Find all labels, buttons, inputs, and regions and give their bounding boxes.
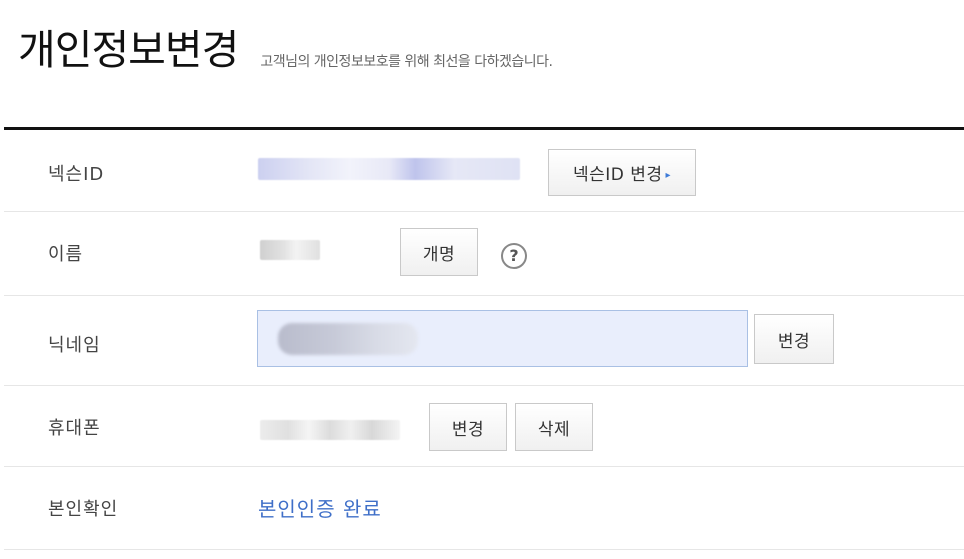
phone-delete-label: 삭제 bbox=[537, 419, 571, 440]
rename-button[interactable]: 개명 bbox=[400, 228, 478, 276]
nexon-id-label: 넥슨ID bbox=[48, 164, 105, 185]
nexon-id-row: 넥슨ID 넥슨ID 변경 ▸ bbox=[4, 130, 964, 212]
verification-row: 본인확인 본인인증 완료 bbox=[4, 467, 964, 550]
name-row: 이름 개명 ? bbox=[4, 212, 964, 296]
page-subtitle: 고객님의 개인정보보호를 위해 최선을 다하겠습니다. bbox=[260, 54, 553, 70]
phone-label: 휴대폰 bbox=[48, 418, 101, 439]
name-label: 이름 bbox=[48, 244, 84, 265]
page-title: 개인정보변경 bbox=[18, 26, 239, 74]
verification-status-link[interactable]: 본인인증 완료 bbox=[258, 493, 382, 522]
phone-row: 휴대폰 변경 삭제 bbox=[4, 386, 964, 467]
nexon-id-change-button[interactable]: 넥슨ID 변경 ▸ bbox=[548, 149, 696, 196]
nexon-id-change-label: 넥슨ID 변경 bbox=[572, 165, 663, 185]
phone-change-button[interactable]: 변경 bbox=[429, 403, 507, 451]
nickname-input[interactable] bbox=[257, 310, 748, 367]
help-icon[interactable]: ? bbox=[501, 243, 527, 269]
phone-delete-button[interactable]: 삭제 bbox=[515, 403, 593, 451]
nickname-label: 닉네임 bbox=[48, 335, 101, 356]
nickname-value-masked bbox=[278, 323, 418, 355]
nickname-change-button[interactable]: 변경 bbox=[754, 314, 834, 364]
arrow-right-icon: ▸ bbox=[665, 170, 672, 181]
rename-label: 개명 bbox=[422, 244, 456, 265]
nickname-row: 닉네임 변경 bbox=[4, 296, 964, 386]
verification-label: 본인확인 bbox=[48, 499, 119, 520]
nickname-change-label: 변경 bbox=[777, 331, 811, 352]
page-header: 개인정보변경 고객님의 개인정보보호를 위해 최선을 다하겠습니다. bbox=[18, 18, 553, 78]
phone-change-label: 변경 bbox=[451, 419, 485, 440]
